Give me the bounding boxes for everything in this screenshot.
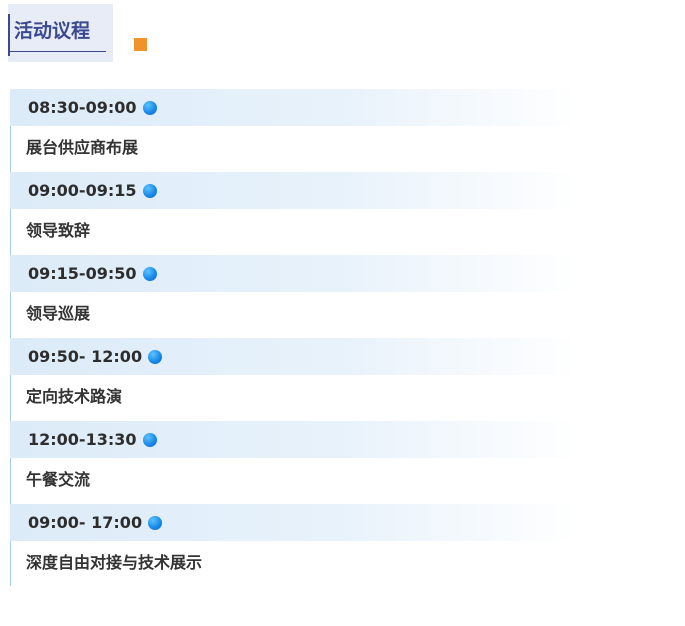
agenda-item: 09:50- 12:00 定向技术路演 (10, 338, 610, 421)
agenda-time-bar: 09:15-09:50 (10, 255, 610, 292)
agenda-time-bar: 12:00-13:30 (10, 421, 610, 458)
agenda-description: 展台供应商布展 (26, 138, 139, 157)
dot-icon (142, 432, 157, 447)
agenda-item: 09:00- 17:00 深度自由对接与技术展示 (10, 504, 610, 587)
dot-icon (142, 100, 157, 115)
agenda-time: 08:30-09:00 (28, 98, 137, 117)
agenda-time: 09:50- 12:00 (28, 347, 143, 366)
agenda-description: 领导致辞 (26, 221, 91, 240)
agenda-time: 09:00-09:15 (28, 181, 137, 200)
title-underline (8, 51, 106, 52)
agenda-time-bar: 08:30-09:00 (10, 89, 610, 126)
agenda-time: 09:15-09:50 (28, 264, 137, 283)
agenda-time: 09:00- 17:00 (28, 513, 143, 532)
agenda-page: 活动议程 08:30-09:00 展台供应商布展 09:00-09:15 领导致… (0, 0, 685, 626)
section-title-box: 活动议程 (8, 4, 113, 62)
agenda-description: 午餐交流 (26, 470, 91, 489)
agenda-description: 深度自由对接与技术展示 (26, 553, 203, 572)
dot-icon (148, 349, 163, 364)
dot-icon (148, 515, 163, 530)
agenda-item: 09:00-09:15 领导致辞 (10, 172, 610, 255)
agenda-time-bar: 09:00-09:15 (10, 172, 610, 209)
agenda-item: 12:00-13:30 午餐交流 (10, 421, 610, 504)
agenda-item: 09:15-09:50 领导巡展 (10, 255, 610, 338)
accent-square-decoration (134, 38, 147, 51)
agenda-item: 08:30-09:00 展台供应商布展 (10, 89, 610, 172)
agenda-description: 定向技术路演 (26, 387, 123, 406)
agenda-time: 12:00-13:30 (28, 430, 137, 449)
agenda-description: 领导巡展 (26, 304, 91, 323)
title-left-bar (8, 14, 10, 56)
page-title: 活动议程 (14, 20, 91, 42)
agenda-time-bar: 09:00- 17:00 (10, 504, 610, 541)
agenda-list: 08:30-09:00 展台供应商布展 09:00-09:15 领导致辞 09:… (10, 89, 610, 587)
dot-icon (142, 183, 157, 198)
agenda-time-bar: 09:50- 12:00 (10, 338, 610, 375)
dot-icon (142, 266, 157, 281)
